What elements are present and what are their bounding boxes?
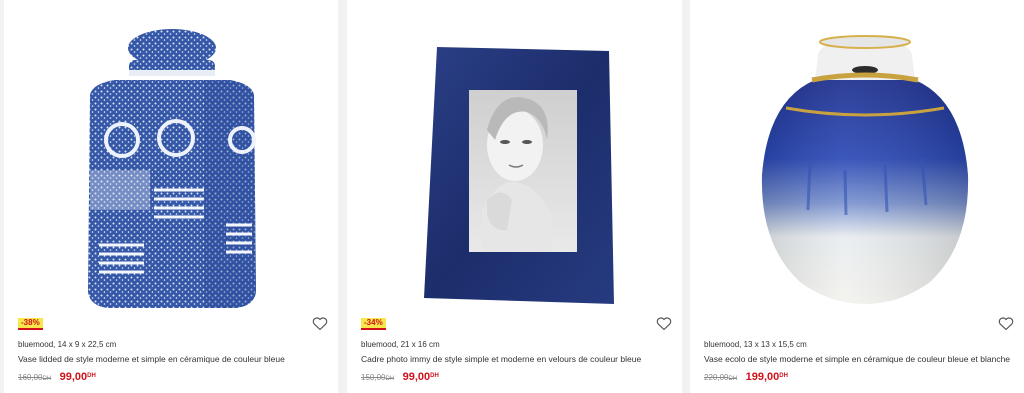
product-title[interactable]: Vase ecolo de style moderne et simple en…	[704, 354, 1010, 364]
new-currency: DH	[430, 373, 439, 379]
product-image[interactable]	[347, 0, 682, 312]
product-card[interactable]: -34% bluemood, 21 x 16 cm Cadre photo im…	[347, 0, 682, 393]
old-currency: DH	[728, 376, 738, 382]
price-row: 150,00DH 99,00DH	[361, 370, 439, 385]
product-spec: bluemood, 13 x 13 x 15,5 cm	[704, 340, 807, 349]
new-currency: DH	[87, 373, 96, 379]
old-price: 160,00	[18, 373, 43, 382]
new-price: 99,00	[402, 371, 431, 383]
product-title[interactable]: Cadre photo immy de style simple et mode…	[361, 354, 641, 364]
heart-outline-icon[interactable]	[312, 316, 328, 331]
new-price: 199,00	[745, 371, 780, 383]
product-image[interactable]	[4, 0, 338, 312]
product-title[interactable]: Vase lidded de style moderne et simple e…	[18, 354, 285, 364]
product-card[interactable]: -38% bluemood, 14 x 9 x 22,5 cm Vase lid…	[4, 0, 338, 393]
old-price: 150,00	[361, 373, 386, 382]
old-price: 220,00	[704, 373, 729, 382]
heart-outline-icon[interactable]	[656, 316, 672, 331]
price-row: 160,00DH 99,00DH	[18, 370, 96, 385]
old-currency: DH	[385, 376, 395, 382]
old-currency: DH	[42, 376, 52, 382]
new-price: 99,00	[59, 371, 88, 383]
product-card[interactable]: bluemood, 13 x 13 x 15,5 cm Vase ecolo d…	[690, 0, 1024, 393]
product-spec: bluemood, 21 x 16 cm	[361, 340, 440, 349]
discount-badge: -34%	[361, 318, 386, 330]
product-image[interactable]	[690, 0, 1024, 312]
product-spec: bluemood, 14 x 9 x 22,5 cm	[18, 340, 117, 349]
price-row: 220,00DH 199,00DH	[704, 370, 788, 385]
new-currency: DH	[779, 373, 788, 379]
discount-badge: -38%	[18, 318, 43, 330]
heart-outline-icon[interactable]	[998, 316, 1014, 331]
